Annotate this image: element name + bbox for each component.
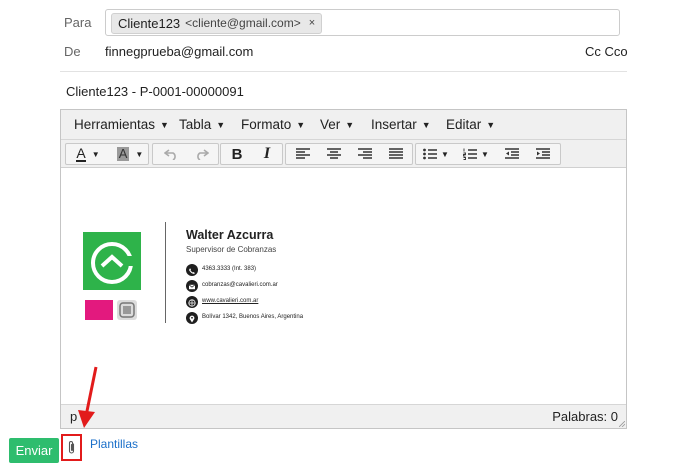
undo-button[interactable] [156, 144, 186, 164]
signature-email[interactable]: cobranzas@cavalieri.com.ar [202, 282, 278, 288]
style-group: B I [220, 143, 283, 165]
indent-button[interactable] [528, 144, 558, 164]
history-group [152, 143, 219, 165]
editor-menubar: Herramientas ▼ Tabla ▼ Formato ▼ Ver ▼ Inser… [61, 110, 626, 140]
signature-role: Supervisor de Cobranzas [186, 245, 277, 254]
signature-web[interactable]: www.cavalieri.com.ar [202, 298, 258, 304]
cc-cco-link[interactable]: Cc Cco [585, 44, 628, 59]
color-group: A ▼ A ▼ [65, 143, 149, 165]
align-group [285, 143, 413, 165]
certification-badge [85, 300, 113, 320]
signature-divider [165, 222, 166, 323]
chevron-down-icon: ▼ [91, 149, 100, 159]
mail-icon [186, 280, 198, 292]
outdent-icon [505, 148, 519, 159]
recipient-name: Cliente123 [118, 16, 181, 31]
align-right-button[interactable] [350, 144, 380, 164]
justify-icon [389, 148, 403, 159]
templates-link[interactable]: Plantillas [90, 437, 138, 451]
menu-ver[interactable]: Ver ▼ [320, 117, 354, 132]
certification-seal [117, 300, 137, 320]
bullet-list-icon [423, 148, 438, 160]
background-color-button[interactable]: A ▼ [111, 144, 149, 164]
paperclip-icon[interactable] [67, 440, 76, 455]
menu-editar[interactable]: Editar ▼ [446, 117, 495, 132]
resize-handle-icon[interactable] [619, 421, 625, 427]
chevron-down-icon: ▼ [296, 120, 306, 130]
chevron-down-icon: ▼ [345, 120, 355, 130]
to-label: Para [64, 15, 92, 30]
signature-name: Walter Azcurra [186, 228, 274, 242]
chevron-down-icon: ▼ [486, 120, 496, 130]
indent-icon [536, 148, 550, 159]
undo-icon [164, 149, 176, 160]
text-color-icon: A [76, 145, 86, 162]
align-center-icon [327, 148, 341, 159]
remove-recipient-icon[interactable]: × [309, 14, 315, 33]
chevron-down-icon: ▼ [421, 120, 431, 130]
from-label: De [64, 44, 81, 59]
align-left-icon [296, 148, 310, 159]
outdent-button[interactable] [497, 144, 527, 164]
attach-highlight-box [61, 434, 82, 461]
menu-formato[interactable]: Formato ▼ [241, 117, 305, 132]
phone-icon [186, 264, 198, 276]
editor-toolbar: A ▼ A ▼ B I ▼ ▼ [61, 140, 626, 168]
menu-insertar[interactable]: Insertar ▼ [371, 117, 431, 132]
bullet-list-button[interactable]: ▼ [418, 144, 454, 164]
menu-herramientas[interactable]: Herramientas ▼ [74, 117, 169, 132]
align-right-icon [358, 148, 372, 159]
globe-icon [186, 296, 198, 308]
company-logo [83, 232, 141, 290]
italic-button[interactable]: I [253, 144, 281, 164]
send-button[interactable]: Enviar [9, 438, 59, 463]
header-divider [60, 71, 627, 72]
chevron-down-icon: ▼ [135, 149, 144, 159]
background-color-icon: A [116, 146, 130, 161]
to-field[interactable]: Cliente123 <cliente@gmail.com> × [105, 9, 620, 36]
numbered-list-button[interactable]: ▼ [458, 144, 494, 164]
text-color-button[interactable]: A ▼ [69, 144, 107, 164]
annotation-arrow-icon [78, 366, 98, 428]
justify-button[interactable] [381, 144, 411, 164]
align-left-button[interactable] [288, 144, 318, 164]
chevron-down-icon: ▼ [216, 120, 226, 130]
email-signature: Walter Azcurra Supervisor de Cobranzas 4… [81, 220, 326, 330]
bold-button[interactable]: B [223, 144, 251, 164]
redo-button[interactable] [187, 144, 217, 164]
redo-icon [197, 149, 209, 160]
word-count: Palabras: 0 [552, 409, 618, 424]
from-address: finnegprueba@gmail.com [105, 44, 254, 59]
signature-phone: 4363.3333 (Int. 383) [202, 266, 257, 272]
signature-address: Bolívar 1342, Buenos Aires, Argentina [202, 314, 304, 320]
editor-statusbar: p Palabras: 0 [61, 404, 626, 428]
chevron-down-icon: ▼ [441, 149, 449, 159]
numbered-list-icon [463, 148, 478, 160]
recipient-chip[interactable]: Cliente123 <cliente@gmail.com> × [111, 13, 323, 34]
recipient-email: <cliente@gmail.com> [185, 16, 301, 30]
chevron-down-icon: ▼ [160, 120, 169, 130]
list-group: ▼ ▼ [415, 143, 561, 165]
subject-line[interactable]: Cliente123 - P-0001-00000091 [66, 84, 244, 99]
menu-tabla[interactable]: Tabla ▼ [179, 117, 225, 132]
company-logo-mark [91, 242, 134, 284]
chevron-down-icon: ▼ [481, 149, 489, 159]
align-center-button[interactable] [319, 144, 349, 164]
rich-text-editor[interactable]: Herramientas ▼ Tabla ▼ Formato ▼ Ver ▼ Inser… [60, 109, 627, 429]
location-icon [186, 312, 198, 324]
